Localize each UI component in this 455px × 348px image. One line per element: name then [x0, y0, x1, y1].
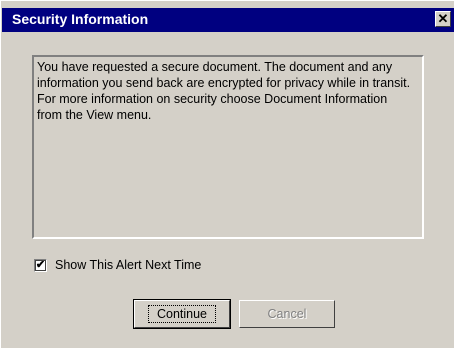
title-bar[interactable]: Security Information ✕: [2, 8, 454, 32]
security-info-dialog: Security Information ✕ You have requeste…: [0, 0, 454, 348]
continue-label: Continue: [147, 305, 217, 323]
message-text: You have requested a secure document. Th…: [37, 60, 411, 122]
close-icon[interactable]: ✕: [435, 11, 451, 27]
continue-button[interactable]: Continue: [133, 299, 231, 329]
show-alert-option[interactable]: ✔ Show This Alert Next Time: [34, 256, 201, 274]
cancel-label: Cancel: [267, 307, 307, 321]
show-alert-checkbox[interactable]: ✔: [34, 258, 47, 272]
message-panel: You have requested a secure document. Th…: [32, 55, 424, 239]
cancel-button: Cancel: [239, 300, 335, 328]
window-title: Security Information: [12, 11, 149, 27]
show-alert-label[interactable]: Show This Alert Next Time: [55, 258, 201, 272]
